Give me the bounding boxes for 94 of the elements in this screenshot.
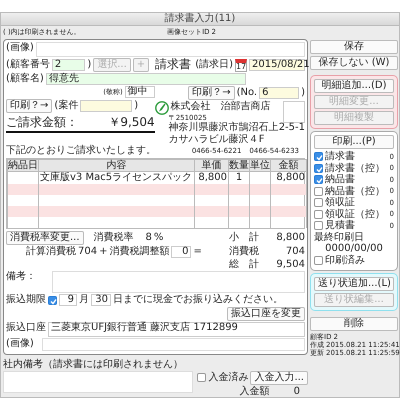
checkbox-label: 領収証 — [325, 197, 355, 208]
field-label: 消費税調整額 — [109, 246, 170, 258]
input-field[interactable]: 9 — [59, 294, 77, 306]
operator-text: = — [193, 246, 202, 258]
field-value: 0 — [294, 386, 300, 398]
tax-rate-button[interactable]: 消費税率変更... — [6, 230, 84, 245]
paren-text: ) — [87, 59, 92, 71]
checkbox-label: 入金済み — [208, 372, 248, 384]
image-field[interactable] — [42, 338, 305, 352]
checkbox-label: 印刷済み — [325, 254, 365, 266]
received-checkbox[interactable] — [197, 373, 206, 382]
field-label: 最終印刷日 — [314, 232, 365, 243]
field-label: 計算消費税 — [26, 246, 76, 258]
change-account-button[interactable]: 振込口座を変更 — [227, 307, 305, 322]
checkbox[interactable] — [314, 221, 323, 230]
field-value: 8 — [146, 232, 152, 244]
total-value: 9,504 — [275, 258, 305, 270]
remarks-field[interactable] — [52, 271, 305, 294]
deadline-text: 日までに現金でお振り込みください。 — [113, 294, 283, 306]
field-label: (No. — [236, 87, 258, 99]
field-label: 振込期限 — [6, 294, 46, 306]
input-field[interactable]: 0 — [171, 246, 192, 258]
total-label: ご請求金額： — [6, 116, 78, 130]
field-label: 振込口座 — [6, 322, 46, 334]
column-header: 内容 — [38, 159, 194, 172]
operator-text: + — [99, 246, 108, 258]
field-label: 社内備考（請求書には印刷されません） — [3, 359, 184, 371]
checkbox[interactable] — [314, 164, 323, 173]
account-field[interactable]: 三菱東京UFJ銀行普通 藤沢支店 1712899 — [48, 322, 305, 338]
image-field[interactable] — [36, 42, 305, 57]
total-value: 704 — [284, 246, 305, 258]
checkbox[interactable] — [314, 256, 323, 265]
shipping-button[interactable]: 送り状追加...(L) — [314, 277, 394, 291]
field-label: (画像) — [6, 338, 34, 350]
checkbox[interactable] — [314, 175, 323, 184]
paren-text: ) — [134, 100, 138, 112]
payment-input-button[interactable]: 入金入力... — [250, 370, 308, 385]
input-field[interactable]: 6 — [259, 87, 300, 99]
field-label: (顧客番号 — [6, 59, 50, 71]
field-label: 消費税率 — [94, 232, 134, 244]
column-header: 単位 — [250, 159, 270, 172]
input-field[interactable] — [80, 100, 132, 112]
date-text: 0000/00/00 — [324, 243, 384, 254]
checkbox-label: 領収証（控） — [325, 208, 385, 220]
field-label: 入金額 — [240, 386, 270, 398]
field-value: 704 — [78, 246, 98, 258]
print-toggle-button[interactable]: 印刷？→ — [188, 86, 235, 100]
stamp-box — [283, 101, 305, 123]
input-field[interactable]: 得意先 — [46, 73, 246, 85]
total-amount: ￥9,504 — [108, 116, 155, 130]
company-name: 株式会社 治部吉商店 — [170, 101, 271, 112]
checkbox-label: 納品書（控） — [325, 186, 385, 196]
total-label: 消費税 — [229, 246, 260, 258]
window-title: 請求書入力(11) — [1, 13, 399, 26]
checkbox-label: 納品書 — [325, 174, 355, 186]
column-header: 納品日 — [8, 159, 38, 172]
column-header: 数量 — [228, 159, 250, 172]
checkbox-label: 見積書 — [325, 220, 355, 232]
address-text: カサハラビル藤沢４F — [168, 134, 266, 146]
field-label: (請求日) — [195, 59, 233, 71]
total-value: 8,800 — [275, 232, 305, 244]
unit-text: 月 — [79, 294, 89, 306]
logo-icon — [154, 101, 169, 115]
save-button[interactable]: 保存 — [310, 40, 398, 54]
field-label: 備考： — [6, 271, 36, 283]
paren-text: ) — [301, 87, 305, 99]
total-label: 総 計 — [229, 258, 260, 270]
deadline-checkbox[interactable] — [48, 296, 57, 305]
total-label: 小 計 — [229, 232, 260, 244]
delete-button[interactable]: 削除 — [310, 317, 398, 331]
print-toggle-button[interactable]: 印刷？→ — [6, 99, 52, 113]
checkbox[interactable] — [314, 210, 323, 219]
address-text: 神奈川県藤沢市鵠沼石上2-5-1 — [168, 122, 305, 134]
checkbox-label: 請求書（控） — [325, 162, 385, 174]
input-field[interactable]: 30 — [91, 294, 111, 306]
checkbox[interactable] — [314, 198, 323, 208]
discard-button[interactable]: 保存しない (W) — [310, 56, 398, 70]
unit-text: % — [154, 232, 164, 244]
column-header: 単価 — [194, 159, 228, 172]
intro-text: 下記のとおりご請求いたします。 — [6, 145, 156, 157]
detail-button[interactable]: 明細追加...(D) — [314, 79, 394, 93]
field-label: (案件 — [54, 100, 78, 112]
print-button[interactable]: 印刷...(P) — [314, 135, 394, 149]
note-field[interactable] — [3, 370, 194, 393]
calendar-icon[interactable]: 17 — [235, 58, 247, 72]
input-field[interactable]: 御中 — [124, 86, 155, 98]
field-label: (顧客名) — [6, 73, 44, 85]
field-label: (画像) — [6, 42, 34, 54]
checkbox[interactable] — [314, 186, 323, 196]
column-header: 金額 — [270, 159, 306, 172]
input-field[interactable]: 2 — [52, 59, 86, 71]
document-title: 請求書 — [155, 58, 192, 72]
checkbox[interactable] — [314, 152, 323, 162]
checkbox-label: 請求書 — [325, 151, 355, 162]
